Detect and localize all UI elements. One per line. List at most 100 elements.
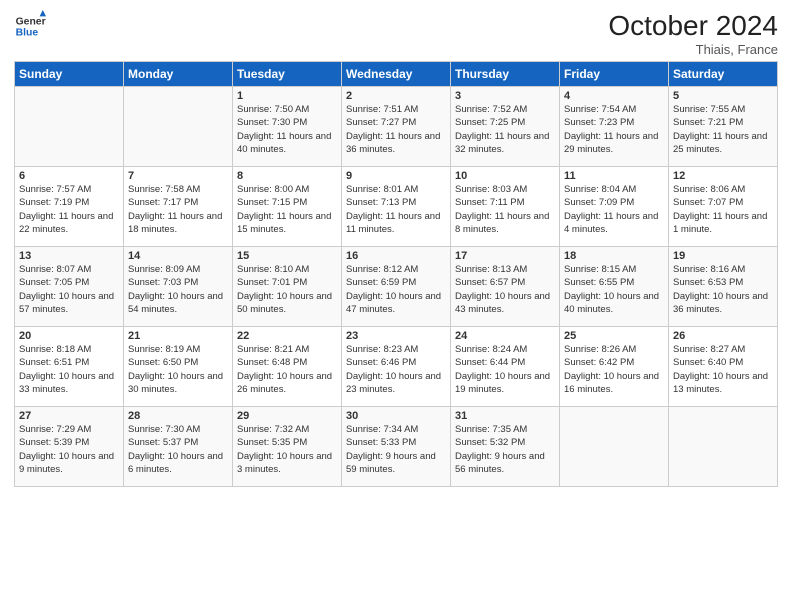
day-cell [124, 87, 233, 167]
day-number: 11 [564, 170, 664, 182]
day-info: Sunrise: 8:09 AM Sunset: 7:03 PM Dayligh… [128, 263, 228, 316]
day-cell: 9Sunrise: 8:01 AM Sunset: 7:13 PM Daylig… [342, 167, 451, 247]
day-cell: 16Sunrise: 8:12 AM Sunset: 6:59 PM Dayli… [342, 247, 451, 327]
day-info: Sunrise: 8:00 AM Sunset: 7:15 PM Dayligh… [237, 183, 337, 236]
day-cell: 22Sunrise: 8:21 AM Sunset: 6:48 PM Dayli… [233, 327, 342, 407]
day-number: 6 [19, 170, 119, 182]
day-info: Sunrise: 8:12 AM Sunset: 6:59 PM Dayligh… [346, 263, 446, 316]
day-number: 2 [346, 90, 446, 102]
day-number: 30 [346, 410, 446, 422]
logo-icon: General Blue [14, 10, 46, 42]
day-number: 29 [237, 410, 337, 422]
svg-text:Blue: Blue [16, 28, 39, 39]
day-cell: 7Sunrise: 7:58 AM Sunset: 7:17 PM Daylig… [124, 167, 233, 247]
day-cell: 24Sunrise: 8:24 AM Sunset: 6:44 PM Dayli… [451, 327, 560, 407]
day-info: Sunrise: 8:15 AM Sunset: 6:55 PM Dayligh… [564, 263, 664, 316]
day-number: 20 [19, 330, 119, 342]
day-number: 27 [19, 410, 119, 422]
day-number: 3 [455, 90, 555, 102]
day-info: Sunrise: 7:58 AM Sunset: 7:17 PM Dayligh… [128, 183, 228, 236]
header-row: SundayMondayTuesdayWednesdayThursdayFrid… [15, 62, 778, 87]
day-number: 31 [455, 410, 555, 422]
day-number: 23 [346, 330, 446, 342]
day-cell: 5Sunrise: 7:55 AM Sunset: 7:21 PM Daylig… [669, 87, 778, 167]
day-cell: 31Sunrise: 7:35 AM Sunset: 5:32 PM Dayli… [451, 407, 560, 487]
col-header-friday: Friday [560, 62, 669, 87]
day-number: 26 [673, 330, 773, 342]
day-info: Sunrise: 8:27 AM Sunset: 6:40 PM Dayligh… [673, 343, 773, 396]
day-info: Sunrise: 8:04 AM Sunset: 7:09 PM Dayligh… [564, 183, 664, 236]
week-row-3: 13Sunrise: 8:07 AM Sunset: 7:05 PM Dayli… [15, 247, 778, 327]
day-number: 16 [346, 250, 446, 262]
header: General Blue October 2024 Thiais, France [14, 10, 778, 57]
day-info: Sunrise: 8:06 AM Sunset: 7:07 PM Dayligh… [673, 183, 773, 236]
week-row-2: 6Sunrise: 7:57 AM Sunset: 7:19 PM Daylig… [15, 167, 778, 247]
day-cell: 25Sunrise: 8:26 AM Sunset: 6:42 PM Dayli… [560, 327, 669, 407]
day-cell: 19Sunrise: 8:16 AM Sunset: 6:53 PM Dayli… [669, 247, 778, 327]
day-info: Sunrise: 8:23 AM Sunset: 6:46 PM Dayligh… [346, 343, 446, 396]
day-info: Sunrise: 8:03 AM Sunset: 7:11 PM Dayligh… [455, 183, 555, 236]
day-cell: 23Sunrise: 8:23 AM Sunset: 6:46 PM Dayli… [342, 327, 451, 407]
day-cell: 17Sunrise: 8:13 AM Sunset: 6:57 PM Dayli… [451, 247, 560, 327]
day-info: Sunrise: 8:16 AM Sunset: 6:53 PM Dayligh… [673, 263, 773, 316]
day-cell: 10Sunrise: 8:03 AM Sunset: 7:11 PM Dayli… [451, 167, 560, 247]
week-row-4: 20Sunrise: 8:18 AM Sunset: 6:51 PM Dayli… [15, 327, 778, 407]
day-cell: 3Sunrise: 7:52 AM Sunset: 7:25 PM Daylig… [451, 87, 560, 167]
day-info: Sunrise: 7:55 AM Sunset: 7:21 PM Dayligh… [673, 103, 773, 156]
day-cell: 30Sunrise: 7:34 AM Sunset: 5:33 PM Dayli… [342, 407, 451, 487]
day-cell: 27Sunrise: 7:29 AM Sunset: 5:39 PM Dayli… [15, 407, 124, 487]
week-row-5: 27Sunrise: 7:29 AM Sunset: 5:39 PM Dayli… [15, 407, 778, 487]
day-cell: 11Sunrise: 8:04 AM Sunset: 7:09 PM Dayli… [560, 167, 669, 247]
day-info: Sunrise: 8:19 AM Sunset: 6:50 PM Dayligh… [128, 343, 228, 396]
day-cell: 20Sunrise: 8:18 AM Sunset: 6:51 PM Dayli… [15, 327, 124, 407]
col-header-wednesday: Wednesday [342, 62, 451, 87]
title-block: October 2024 Thiais, France [608, 10, 778, 57]
logo: General Blue [14, 10, 46, 42]
day-info: Sunrise: 7:52 AM Sunset: 7:25 PM Dayligh… [455, 103, 555, 156]
day-number: 24 [455, 330, 555, 342]
day-number: 28 [128, 410, 228, 422]
location: Thiais, France [608, 42, 778, 57]
col-header-sunday: Sunday [15, 62, 124, 87]
day-number: 21 [128, 330, 228, 342]
day-cell [15, 87, 124, 167]
day-info: Sunrise: 7:51 AM Sunset: 7:27 PM Dayligh… [346, 103, 446, 156]
day-cell [669, 407, 778, 487]
month-title: October 2024 [608, 10, 778, 42]
day-number: 18 [564, 250, 664, 262]
day-number: 14 [128, 250, 228, 262]
day-number: 22 [237, 330, 337, 342]
calendar-table: SundayMondayTuesdayWednesdayThursdayFrid… [14, 61, 778, 487]
day-number: 12 [673, 170, 773, 182]
day-cell: 18Sunrise: 8:15 AM Sunset: 6:55 PM Dayli… [560, 247, 669, 327]
day-number: 8 [237, 170, 337, 182]
day-cell: 29Sunrise: 7:32 AM Sunset: 5:35 PM Dayli… [233, 407, 342, 487]
day-info: Sunrise: 8:21 AM Sunset: 6:48 PM Dayligh… [237, 343, 337, 396]
day-number: 4 [564, 90, 664, 102]
day-cell: 2Sunrise: 7:51 AM Sunset: 7:27 PM Daylig… [342, 87, 451, 167]
day-info: Sunrise: 7:54 AM Sunset: 7:23 PM Dayligh… [564, 103, 664, 156]
day-cell: 13Sunrise: 8:07 AM Sunset: 7:05 PM Dayli… [15, 247, 124, 327]
day-info: Sunrise: 7:30 AM Sunset: 5:37 PM Dayligh… [128, 423, 228, 476]
day-info: Sunrise: 8:24 AM Sunset: 6:44 PM Dayligh… [455, 343, 555, 396]
svg-text:General: General [16, 16, 46, 27]
day-number: 1 [237, 90, 337, 102]
day-info: Sunrise: 7:32 AM Sunset: 5:35 PM Dayligh… [237, 423, 337, 476]
day-number: 13 [19, 250, 119, 262]
day-info: Sunrise: 7:34 AM Sunset: 5:33 PM Dayligh… [346, 423, 446, 476]
day-number: 25 [564, 330, 664, 342]
day-number: 10 [455, 170, 555, 182]
day-info: Sunrise: 8:10 AM Sunset: 7:01 PM Dayligh… [237, 263, 337, 316]
day-info: Sunrise: 7:35 AM Sunset: 5:32 PM Dayligh… [455, 423, 555, 476]
day-info: Sunrise: 7:29 AM Sunset: 5:39 PM Dayligh… [19, 423, 119, 476]
col-header-saturday: Saturday [669, 62, 778, 87]
col-header-monday: Monday [124, 62, 233, 87]
day-info: Sunrise: 8:07 AM Sunset: 7:05 PM Dayligh… [19, 263, 119, 316]
day-cell: 1Sunrise: 7:50 AM Sunset: 7:30 PM Daylig… [233, 87, 342, 167]
day-info: Sunrise: 7:50 AM Sunset: 7:30 PM Dayligh… [237, 103, 337, 156]
day-cell: 8Sunrise: 8:00 AM Sunset: 7:15 PM Daylig… [233, 167, 342, 247]
col-header-tuesday: Tuesday [233, 62, 342, 87]
day-number: 19 [673, 250, 773, 262]
day-number: 15 [237, 250, 337, 262]
day-info: Sunrise: 7:57 AM Sunset: 7:19 PM Dayligh… [19, 183, 119, 236]
